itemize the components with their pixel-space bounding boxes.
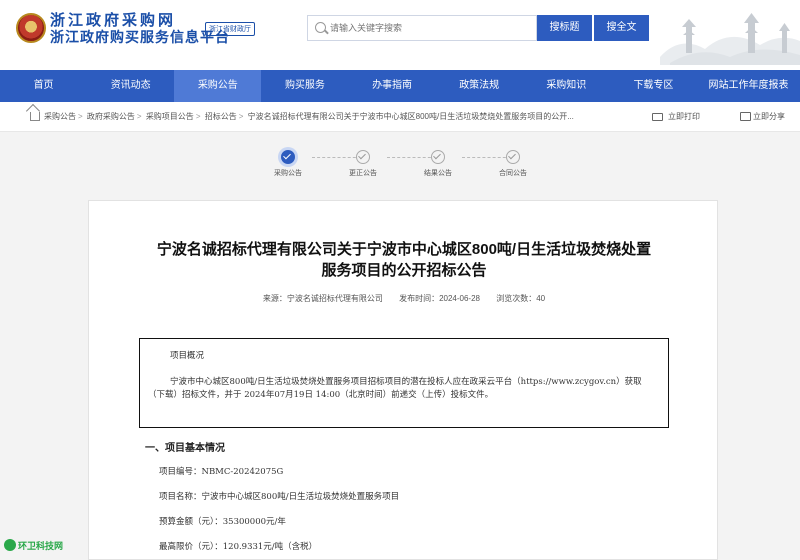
article-meta: 来源：宁波名诚招标代理有限公司 发布时间：2024-06-28 浏览次数：40 [109,293,699,304]
print-button[interactable]: 立即打印 [668,111,700,122]
site-header: 浙江政府采购网 浙江政府购买服务信息平台 浙江省财政厅 搜标题 搜全文 [0,0,800,70]
emblem-icon[interactable] [16,13,46,43]
article-view-count: 浏览次数：40 [496,294,546,303]
step-label: 合同公告 [499,170,527,177]
check-icon [356,150,370,164]
breadcrumb-separator: > [136,112,142,121]
step-label: 结果公告 [424,170,452,177]
nav-item-policies[interactable]: 政策法规 [436,70,523,102]
breadcrumb-bar: 采购公告 > 政府采购公告 > 采购项目公告 > 招标公告 > 宁波名诚招标代理有限公司… [0,102,800,132]
step-correction-notice[interactable]: 更正公告 [338,148,388,178]
summary-body: 宁波市中心城区800吨/日生活垃圾焚烧处置服务项目招标项目的潜在投标人应在政采云… [148,377,642,400]
breadcrumb-item[interactable]: 招标公告 [205,112,237,121]
printer-icon[interactable] [652,113,663,121]
share-icon[interactable] [740,112,751,121]
project-name: 项目名称：宁波市中心城区800吨/日生活垃圾焚烧处置服务项目 [159,492,400,502]
nav-item-news[interactable]: 资讯动态 [87,70,174,102]
nav-item-downloads[interactable]: 下载专区 [610,70,697,102]
breadcrumb-separator: > [195,112,201,121]
article-publish-time: 发布时间：2024-06-28 [399,294,480,303]
breadcrumb-current: 宁波名诚招标代理有限公司关于宁波市中心城区800吨/日生活垃圾焚烧处置服务项目的… [247,112,574,121]
watermark: 环卫科技网 [4,538,63,552]
article-card: 宁波名诚招标代理有限公司关于宁波市中心城区800吨/日生活垃圾焚烧处置 服务项目… [88,200,718,560]
pagoda-decoration-icon [660,13,800,65]
step-contract-notice[interactable]: 合同公告 [488,148,538,178]
breadcrumb-separator: > [78,112,83,121]
share-button[interactable]: 立即分享 [753,111,785,122]
main-nav: 首页 资讯动态 采购公告 购买服务 办事指南 政策法规 采购知识 下载专区 网站… [0,70,800,102]
project-number: 项目编号：NBMC-20242075G [159,467,284,477]
nav-item-procurement-notices[interactable]: 采购公告 [174,70,262,102]
project-summary-box: 项目概况 宁波市中心城区800吨/日生活垃圾焚烧处置服务项目招标项目的潜在投标人… [139,338,669,428]
breadcrumb-item[interactable]: 采购公告 [44,112,76,121]
search-input[interactable] [330,16,530,40]
check-icon [506,150,520,164]
check-icon [281,150,295,164]
step-label: 更正公告 [349,170,377,177]
notice-progress-steps: 采购公告 更正公告 结果公告 合同公告 [270,148,530,184]
nav-item-home[interactable]: 首页 [0,70,87,102]
breadcrumb-item[interactable]: 采购项目公告 [146,112,194,121]
article-title: 宁波名诚招标代理有限公司关于宁波市中心城区800吨/日生活垃圾焚烧处置 服务项目… [109,239,699,281]
max-price: 最高限价（元）：120.9331元/吨（含税） [159,542,318,552]
check-icon [431,150,445,164]
search-title-button[interactable]: 搜标题 [537,15,592,41]
dept-tag: 浙江省财政厅 [205,22,255,36]
budget-amount: 预算金额（元）：35300000元/年 [159,517,286,527]
search-box [307,15,537,41]
article-source: 来源：宁波名诚招标代理有限公司 [262,294,383,303]
site-subname[interactable]: 浙江政府购买服务信息平台 [50,27,230,47]
section-heading: 一、项目基本情况 [145,443,225,454]
breadcrumb-item[interactable]: 政府采购公告 [87,112,135,121]
step-procurement-notice[interactable]: 采购公告 [263,148,313,178]
nav-item-guide[interactable]: 办事指南 [349,70,436,102]
watermark-logo-icon [4,539,16,551]
breadcrumb-separator: > [238,112,244,121]
step-label: 采购公告 [274,170,302,177]
step-result-notice[interactable]: 结果公告 [413,148,463,178]
article-title-line: 服务项目的公开招标公告 [321,262,487,279]
breadcrumb: 采购公告 > 政府采购公告 > 采购项目公告 > 招标公告 > 宁波名诚招标代理有限公司… [44,111,646,122]
home-icon[interactable] [30,112,40,121]
nav-item-purchase-services[interactable]: 购买服务 [261,70,348,102]
nav-item-annual-report[interactable]: 网站工作年度报表 [697,70,800,102]
article-title-line: 宁波名诚招标代理有限公司关于宁波市中心城区800吨/日生活垃圾焚烧处置 [156,241,652,258]
search-fulltext-button[interactable]: 搜全文 [594,15,649,41]
search-icon [315,22,326,33]
watermark-text: 环卫科技网 [18,540,64,551]
nav-item-knowledge[interactable]: 采购知识 [523,70,610,102]
summary-title: 项目概况 [170,351,205,361]
